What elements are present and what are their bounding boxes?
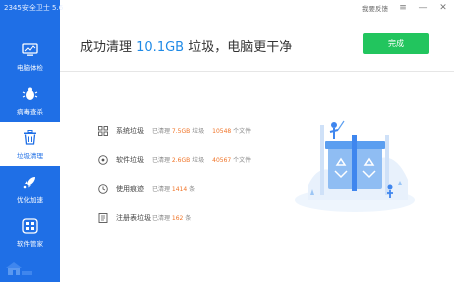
sidebar-item-label: 软件管家 bbox=[17, 239, 43, 248]
sidebar-item-software-manager[interactable]: 软件管家 bbox=[0, 210, 60, 254]
sidebar-item-label: 垃圾清理 bbox=[17, 151, 43, 160]
detail-size: 1414 bbox=[171, 186, 188, 193]
title-bar: 我要反馈 ≡ — ✕ bbox=[60, 0, 454, 16]
feedback-link[interactable]: 我要反馈 bbox=[362, 3, 388, 13]
close-icon[interactable]: ✕ bbox=[438, 3, 448, 13]
sidebar-item-label: 电脑体检 bbox=[17, 63, 43, 72]
document-icon bbox=[98, 212, 108, 223]
sidebar-item-label: 优化加速 bbox=[17, 195, 43, 204]
disc-icon bbox=[98, 154, 108, 165]
sidebar-item-label: 病毒查杀 bbox=[17, 107, 43, 116]
detail-size-suffix: 条 bbox=[183, 215, 192, 222]
rocket-icon bbox=[21, 173, 39, 191]
detail-count-suffix: 个文件 bbox=[231, 128, 252, 135]
result-detail: 已清理 162 条 bbox=[152, 213, 191, 222]
result-name: 使用痕迹 bbox=[116, 184, 144, 193]
detail-prefix: 已清理 bbox=[152, 186, 172, 193]
grid-icon bbox=[98, 125, 108, 136]
monitor-icon bbox=[21, 41, 39, 59]
result-detail: 已清理 7.5GB 垃圾 10548 个文件 bbox=[152, 126, 251, 135]
result-detail: 已清理 1414 条 bbox=[152, 184, 195, 193]
divider bbox=[60, 71, 454, 72]
menu-icon[interactable]: ≡ bbox=[398, 3, 408, 13]
headline-prefix: 成功清理 bbox=[80, 40, 137, 55]
detail-size-suffix: 条 bbox=[187, 186, 196, 193]
app-title: 2345安全卫士 5.6 bbox=[4, 4, 64, 12]
detail-prefix: 已清理 bbox=[152, 215, 172, 222]
minimize-icon[interactable]: — bbox=[418, 3, 428, 13]
headline-suffix: 垃圾，电脑更干净 bbox=[184, 40, 293, 55]
detail-count: 40567 bbox=[212, 157, 232, 164]
recycle-bin-illustration bbox=[295, 120, 415, 212]
house-decoration-icon bbox=[6, 262, 32, 275]
detail-prefix: 已清理 bbox=[152, 128, 172, 135]
sidebar: 2345安全卫士 5.6 电脑体检 病毒查杀 垃圾清理 优化加速 软件管家 bbox=[0, 0, 64, 282]
done-button[interactable]: 完成 bbox=[363, 33, 429, 54]
detail-size-suffix: 垃圾 bbox=[190, 157, 205, 164]
cleaned-size: 10.1GB bbox=[136, 40, 185, 55]
sidebar-item-optimize[interactable]: 优化加速 bbox=[0, 166, 60, 210]
shield-bug-icon bbox=[21, 85, 39, 103]
detail-count: 10548 bbox=[212, 128, 232, 135]
result-name: 注册表垃圾 bbox=[116, 213, 151, 222]
trash-icon bbox=[21, 129, 39, 147]
detail-size: 162 bbox=[171, 215, 184, 222]
sidebar-item-junk-cleanup[interactable]: 垃圾清理 bbox=[0, 122, 60, 166]
detail-count-suffix: 个文件 bbox=[231, 157, 252, 164]
page-title: 成功清理 10.1GB 垃圾，电脑更干净 bbox=[80, 36, 292, 55]
clock-icon bbox=[98, 183, 108, 194]
detail-size: 7.5GB bbox=[171, 128, 191, 135]
result-name: 软件垃圾 bbox=[116, 155, 144, 164]
apps-icon bbox=[21, 217, 39, 235]
sidebar-item-computer-checkup[interactable]: 电脑体检 bbox=[0, 34, 60, 78]
result-detail: 已清理 2.6GB 垃圾 40567 个文件 bbox=[152, 155, 251, 164]
sidebar-nav: 电脑体检 病毒查杀 垃圾清理 优化加速 软件管家 bbox=[0, 34, 60, 254]
detail-prefix: 已清理 bbox=[152, 157, 172, 164]
detail-size: 2.6GB bbox=[171, 157, 191, 164]
detail-size-suffix: 垃圾 bbox=[190, 128, 205, 135]
result-name: 系统垃圾 bbox=[116, 126, 144, 135]
sidebar-item-virus-scan[interactable]: 病毒查杀 bbox=[0, 78, 60, 122]
